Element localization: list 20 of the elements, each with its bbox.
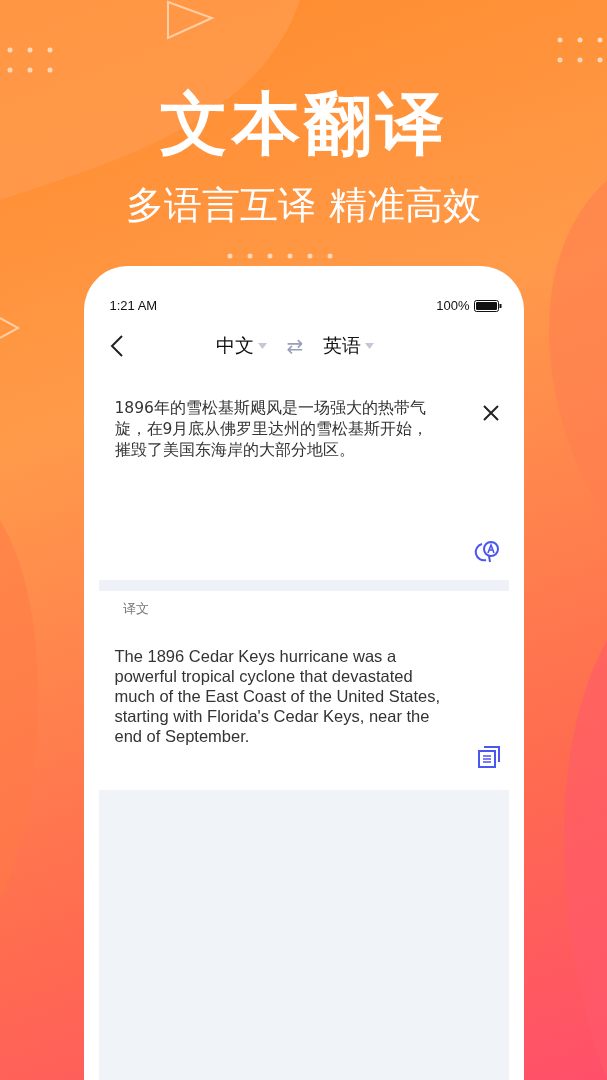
headline: 文本翻译 [159, 90, 448, 158]
source-language-selector[interactable]: 中文 [215, 331, 267, 360]
status-time: 1:21 AM [109, 297, 158, 315]
copy-icon[interactable] [477, 746, 500, 768]
battery-icon [473, 299, 502, 312]
dropdown-caret-icon [257, 342, 267, 349]
translate-icon[interactable] [473, 539, 500, 564]
triangle-outline [167, 0, 215, 40]
dot-pattern [7, 47, 53, 73]
dropdown-caret-icon [365, 342, 375, 349]
battery-percent: 100% [436, 297, 470, 315]
subtitle: 多语言互译 精准高效 [126, 186, 481, 224]
back-button[interactable] [109, 333, 124, 358]
close-icon[interactable] [481, 403, 500, 422]
result-label: 译文 [122, 599, 150, 618]
source-text: 1896年的雪松基斯飓风是一场强大的热带气旋，在9月底从佛罗里达州的雪松基斯开始，摧毁了美国东海岸的大部分地区。 [114, 397, 430, 461]
dot-pattern [557, 37, 603, 63]
target-language-selector[interactable]: 英语 [323, 331, 375, 360]
triangle-outline [0, 317, 21, 339]
translated-text: The 1896 Cedar Keys hurricane was a powerful tropical cyclone that devastated much of the East Coast of the United States, starting with Florida's Cedar Keys, near the end of September. [114, 646, 442, 746]
